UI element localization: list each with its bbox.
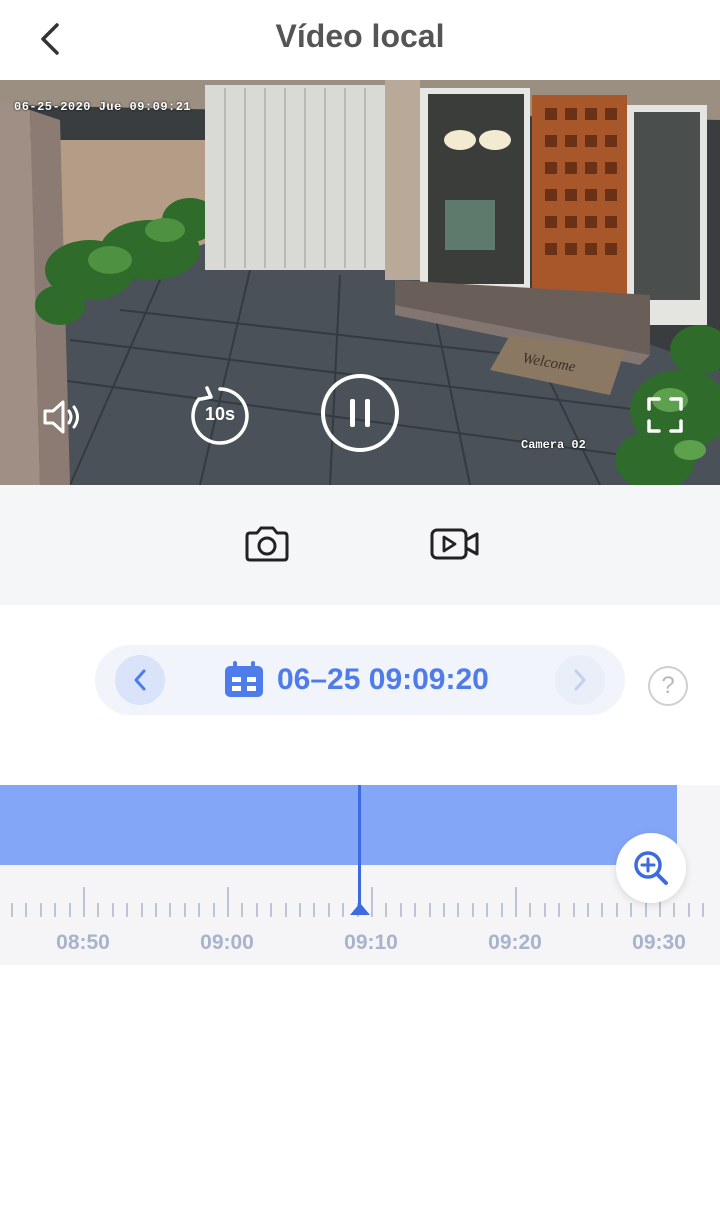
replay-label: 10s bbox=[204, 404, 236, 424]
ruler-tick bbox=[673, 903, 676, 917]
ruler-tick bbox=[313, 903, 316, 917]
ruler-tick bbox=[587, 903, 589, 917]
replay-10s-button[interactable]: 10s bbox=[189, 385, 251, 447]
ruler-tick bbox=[25, 903, 28, 917]
ruler-tick bbox=[486, 903, 489, 917]
time-label: 09:00 bbox=[200, 931, 254, 954]
time-label: 09:30 bbox=[632, 931, 686, 954]
fullscreen-icon bbox=[647, 397, 683, 433]
ruler-tick bbox=[169, 903, 172, 917]
ruler-tick bbox=[39, 903, 42, 917]
date-picker-trigger[interactable]: 06–25 09:09:20 bbox=[223, 661, 489, 699]
camera-name-overlay: Camera 02 bbox=[521, 438, 586, 452]
ruler-tick bbox=[212, 903, 215, 917]
ruler-tick bbox=[428, 903, 431, 917]
ruler-tick bbox=[615, 903, 618, 917]
pause-icon bbox=[321, 374, 399, 452]
video-record-icon bbox=[430, 528, 479, 560]
ruler-tick bbox=[198, 903, 201, 917]
zoom-in-button[interactable] bbox=[616, 833, 686, 903]
ruler-tick bbox=[457, 903, 460, 917]
ruler-tick bbox=[111, 903, 114, 917]
ruler-tick bbox=[54, 903, 57, 917]
ruler-tick bbox=[414, 903, 417, 917]
ruler-tick bbox=[342, 903, 345, 917]
chevron-left-icon bbox=[134, 669, 146, 691]
ruler-tick bbox=[572, 903, 575, 917]
pause-button[interactable] bbox=[320, 373, 400, 453]
ruler-tick bbox=[543, 903, 546, 917]
ruler-tick bbox=[140, 903, 143, 917]
ruler-tick bbox=[327, 903, 330, 917]
ruler-tick bbox=[371, 887, 373, 917]
ruler-tick bbox=[443, 903, 445, 917]
ruler-tick bbox=[97, 903, 100, 917]
help-button[interactable]: ? bbox=[648, 666, 688, 706]
time-label: 08:50 bbox=[56, 931, 110, 954]
zoom-in-icon bbox=[634, 851, 668, 885]
record-button[interactable] bbox=[420, 509, 490, 579]
calendar-icon bbox=[225, 661, 263, 697]
media-toolbar bbox=[0, 485, 720, 605]
fullscreen-button[interactable] bbox=[640, 390, 690, 440]
snapshot-button[interactable] bbox=[232, 509, 302, 579]
ruler-tick bbox=[11, 903, 13, 917]
playhead-handle[interactable] bbox=[350, 903, 370, 915]
ruler-tick bbox=[227, 887, 229, 917]
chevron-right-icon bbox=[574, 669, 586, 691]
video-timestamp-overlay: 06-25-2020 Jue 09:09:21 bbox=[14, 100, 192, 114]
ruler-tick bbox=[630, 903, 633, 917]
date-navigator: 06–25 09:09:20 bbox=[95, 645, 625, 715]
current-datetime: 06–25 09:09:20 bbox=[277, 663, 489, 696]
ruler-tick bbox=[687, 903, 690, 917]
next-day-button[interactable] bbox=[555, 655, 605, 705]
ruler-tick bbox=[255, 903, 258, 917]
ruler-tick bbox=[515, 887, 517, 917]
ruler-tick bbox=[126, 903, 129, 917]
ruler-tick bbox=[83, 887, 85, 917]
ruler-tick bbox=[529, 903, 532, 917]
time-label: 09:10 bbox=[344, 931, 398, 954]
ruler-tick bbox=[155, 903, 157, 917]
ruler-tick bbox=[68, 903, 71, 917]
ruler-tick bbox=[471, 903, 474, 917]
volume-button[interactable] bbox=[36, 392, 86, 442]
ruler-tick bbox=[284, 903, 287, 917]
previous-day-button[interactable] bbox=[115, 655, 165, 705]
speaker-icon bbox=[43, 400, 79, 434]
playhead-line[interactable] bbox=[358, 785, 361, 913]
ruler-tick bbox=[500, 903, 503, 917]
ruler-tick bbox=[241, 903, 244, 917]
ruler-tick bbox=[385, 903, 388, 917]
header: Vídeo local bbox=[0, 0, 720, 80]
recording-segment[interactable] bbox=[0, 785, 677, 865]
camera-icon bbox=[245, 526, 289, 562]
page-title: Vídeo local bbox=[275, 18, 445, 54]
ruler-tick bbox=[399, 903, 402, 917]
time-label: 09:20 bbox=[488, 931, 542, 954]
ruler-tick bbox=[270, 903, 273, 917]
ruler-tick bbox=[702, 903, 705, 917]
ruler-tick bbox=[183, 903, 186, 917]
video-player[interactable]: 06-25-2020 Jue 09:09:21 Welcome Camera 0… bbox=[0, 80, 720, 485]
ruler-tick bbox=[558, 903, 561, 917]
ruler-tick bbox=[601, 903, 604, 917]
playback-timeline[interactable]: 08:50 09:00 09:10 09:20 09:30 bbox=[0, 785, 720, 965]
ruler-tick bbox=[644, 903, 647, 917]
ruler-tick bbox=[299, 903, 301, 917]
